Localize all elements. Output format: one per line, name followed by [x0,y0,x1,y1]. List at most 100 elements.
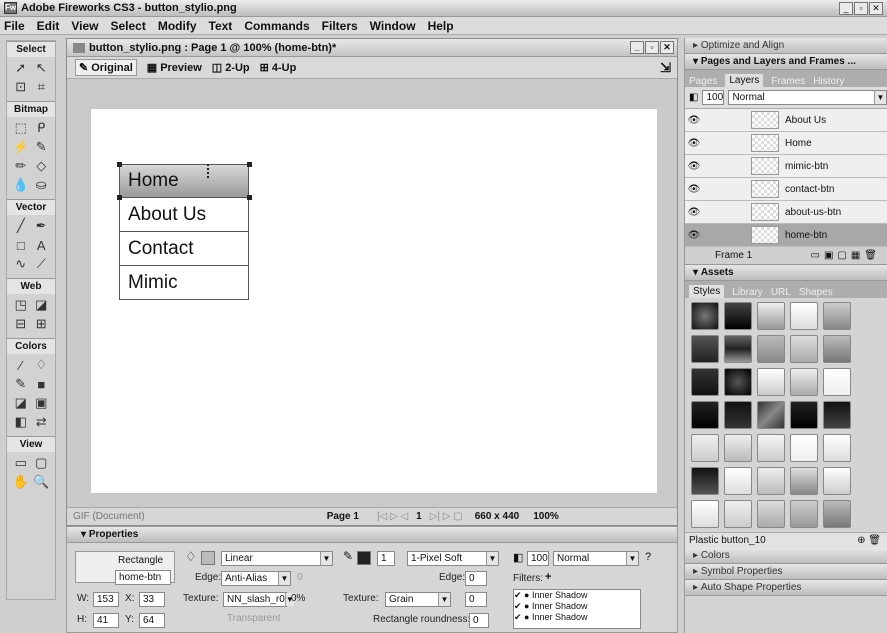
style-swatch[interactable] [823,302,851,330]
tab-url[interactable]: URL [771,287,791,298]
standard-mode-icon[interactable]: ▭ [12,455,30,471]
rectangle-tool-icon[interactable]: □ [12,237,30,253]
eye-icon[interactable]: 👁 [685,230,703,241]
layer-row[interactable]: 👁 mimic-btn [685,155,887,178]
style-swatch[interactable] [790,434,818,462]
layer-opacity[interactable]: 100 [702,90,725,105]
tab-original[interactable]: ✎ Original [75,59,137,76]
style-swatch[interactable] [790,500,818,528]
style-swatch[interactable] [790,368,818,396]
minimize-icon[interactable]: _ [839,2,853,15]
tab-styles[interactable]: Styles [689,285,725,298]
style-swatch[interactable] [790,401,818,429]
menu-edit[interactable]: Edit [37,19,60,33]
doc-restore-icon[interactable]: ▫ [645,41,659,54]
filter-item[interactable]: ✔ ● Inner Shadow [514,612,640,623]
menu-filters[interactable]: Filters [322,19,358,33]
style-swatch[interactable] [691,302,719,330]
text-tool-icon[interactable]: A [33,237,51,253]
full-screen-mode-icon[interactable]: ▢ [33,455,51,471]
style-swatch[interactable] [724,302,752,330]
selection-handle[interactable] [117,195,122,200]
optimize-panel-header[interactable]: ▸ Optimize and Align [685,38,887,54]
style-swatch[interactable] [790,467,818,495]
style-swatch[interactable] [757,368,785,396]
x-field[interactable]: 33 [139,592,165,607]
style-swatch[interactable] [757,335,785,363]
selection-handle[interactable] [117,162,122,167]
style-swatch[interactable] [724,467,752,495]
help-icon[interactable]: ? [645,551,651,563]
freeform-tool-icon[interactable]: ∿ [12,256,30,272]
selection-handle[interactable] [247,195,252,200]
stroke-width-field[interactable]: 1 [377,551,395,566]
eyedropper-tool-icon[interactable]: ⁄ [12,357,30,373]
eye-icon[interactable]: 👁 [685,115,703,126]
pen-tool-icon[interactable]: ✒ [33,218,51,234]
style-swatch[interactable] [724,368,752,396]
colors-panel-header[interactable]: ▸ Colors [685,548,887,564]
stroke-swatch-icon[interactable]: ◪ [12,395,30,411]
texture-amount[interactable]: 0% [291,593,305,604]
hide-slices-icon[interactable]: ⊟ [12,316,30,332]
filter-item[interactable]: ✔ ● Inner Shadow [514,601,640,612]
tab-preview[interactable]: ▦ Preview [147,61,202,75]
style-swatch[interactable] [757,467,785,495]
style-swatch[interactable] [757,401,785,429]
close-icon[interactable]: ✕ [869,2,883,15]
transparent-checkbox[interactable]: Transparent [227,613,281,624]
menu-view[interactable]: View [71,19,98,33]
style-swatch[interactable] [757,500,785,528]
texture-dropdown[interactable]: NN_slash_r0 ▼ [223,592,294,607]
opacity-field[interactable]: 100 [527,551,549,566]
fill-type-dropdown[interactable]: Linear ▼ [221,551,333,566]
eye-icon[interactable]: 👁 [685,207,703,218]
style-swatch[interactable] [823,401,851,429]
slice-tool-icon[interactable]: ◪ [33,297,51,313]
layer-actions[interactable]: ▭▣▢▦🗑 [811,250,882,261]
pointer-tool-icon[interactable]: ➚ [12,60,30,76]
fill-color-swatch[interactable] [201,551,215,565]
filter-item[interactable]: ✔ ● Inner Shadow [514,590,640,601]
stroke-type-dropdown[interactable]: 1-Pixel Soft ▼ [407,551,499,566]
auto-shape-properties-panel-header[interactable]: ▸ Auto Shape Properties [685,580,887,596]
height-field[interactable]: 41 [93,613,119,628]
brush-tool-icon[interactable]: ✎ [33,139,51,155]
style-swatch[interactable] [691,335,719,363]
mimic-button[interactable]: Mimic [119,266,249,300]
roundness-field[interactable]: 0 [469,613,489,628]
style-actions[interactable]: ⊕ 🗑 [857,535,881,546]
knife-tool-icon[interactable]: ⟋ [33,256,51,272]
tab-layers[interactable]: Layers [725,74,764,87]
tab-history[interactable]: History [813,76,844,87]
layer-row[interactable]: 👁 contact-btn [685,178,887,201]
restore-icon[interactable]: ▫ [854,2,868,15]
default-colors-icon[interactable]: ◧ [12,414,30,430]
style-swatch[interactable] [691,368,719,396]
hand-tool-icon[interactable]: ✋ [12,474,30,490]
tab-2up[interactable]: ◫ 2-Up [212,61,250,75]
style-swatch[interactable] [790,302,818,330]
add-filter-icon[interactable]: + [545,571,551,583]
subselect-tool-icon[interactable]: ↖ [33,60,51,76]
style-swatch[interactable] [823,500,851,528]
layer-row[interactable]: 👁 about-us-btn [685,201,887,224]
object-name-field[interactable]: home-btn [115,570,171,585]
blur-tool-icon[interactable]: 💧 [12,177,30,193]
tab-4up[interactable]: ⊞ 4-Up [260,61,297,75]
page-selector[interactable]: Page 1 [327,511,359,522]
y-field[interactable]: 64 [139,613,165,628]
style-swatch[interactable] [724,401,752,429]
pencil-tool-icon[interactable]: ✏ [12,158,30,174]
style-swatch[interactable] [691,500,719,528]
contact-button[interactable]: Contact [119,232,249,266]
symbol-properties-panel-header[interactable]: ▸ Symbol Properties [685,564,887,580]
menu-commands[interactable]: Commands [244,19,309,33]
tab-shapes[interactable]: Shapes [799,287,833,298]
tab-frames[interactable]: Frames [771,76,805,87]
blend-mode-dropdown[interactable]: Normal ▼ [553,551,639,566]
properties-header[interactable]: ▾ Properties [67,527,677,543]
quick-export-icon[interactable]: ⇲ [660,60,671,76]
magic-wand-tool-icon[interactable]: ⚡ [12,139,30,155]
style-swatch[interactable] [757,302,785,330]
